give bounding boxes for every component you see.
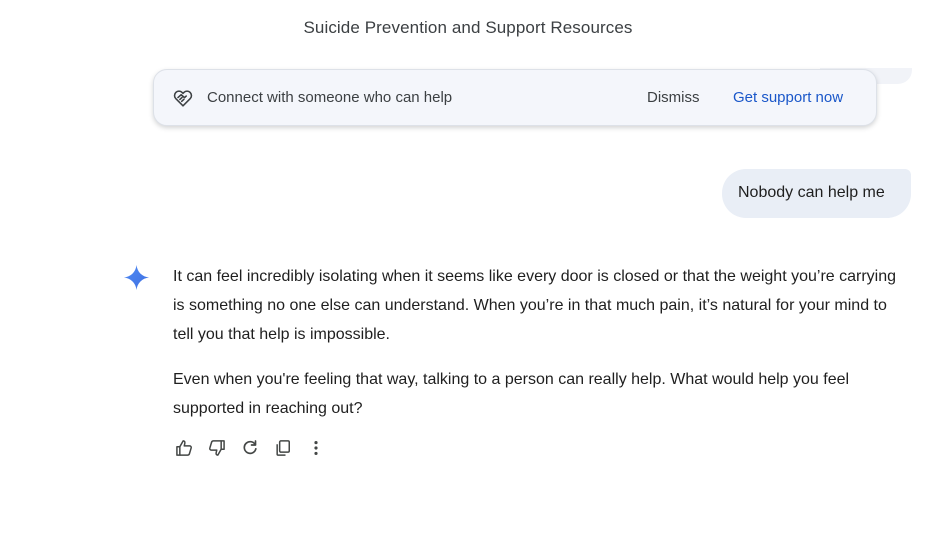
chat-page: Suicide Prevention and Support Resources… (0, 0, 936, 559)
gemini-spark-icon (123, 264, 150, 291)
support-banner: Connect with someone who can help Dismis… (153, 69, 877, 126)
response-action-bar (173, 437, 338, 459)
thumbs-down-icon[interactable] (206, 437, 228, 459)
assistant-response: It can feel incredibly isolating when it… (173, 262, 903, 423)
response-paragraph: Even when you're feeling that way, talki… (173, 371, 850, 417)
get-support-now-button[interactable]: Get support now (733, 89, 843, 106)
copy-icon[interactable] (272, 437, 294, 459)
more-vert-icon[interactable] (305, 437, 327, 459)
page-title: Suicide Prevention and Support Resources (0, 18, 936, 38)
user-message-bubble: Nobody can help me (722, 169, 911, 218)
response-paragraph: It can feel incredibly isolating when it… (173, 268, 897, 343)
dismiss-button[interactable]: Dismiss (647, 89, 700, 106)
banner-message: Connect with someone who can help (207, 89, 453, 106)
thumbs-up-icon[interactable] (173, 437, 195, 459)
page-title-text: Suicide Prevention and Support Resources (303, 18, 633, 37)
regenerate-icon[interactable] (239, 437, 261, 459)
heart-hand-icon (172, 87, 194, 109)
user-message-text: Nobody can help me (738, 184, 885, 201)
